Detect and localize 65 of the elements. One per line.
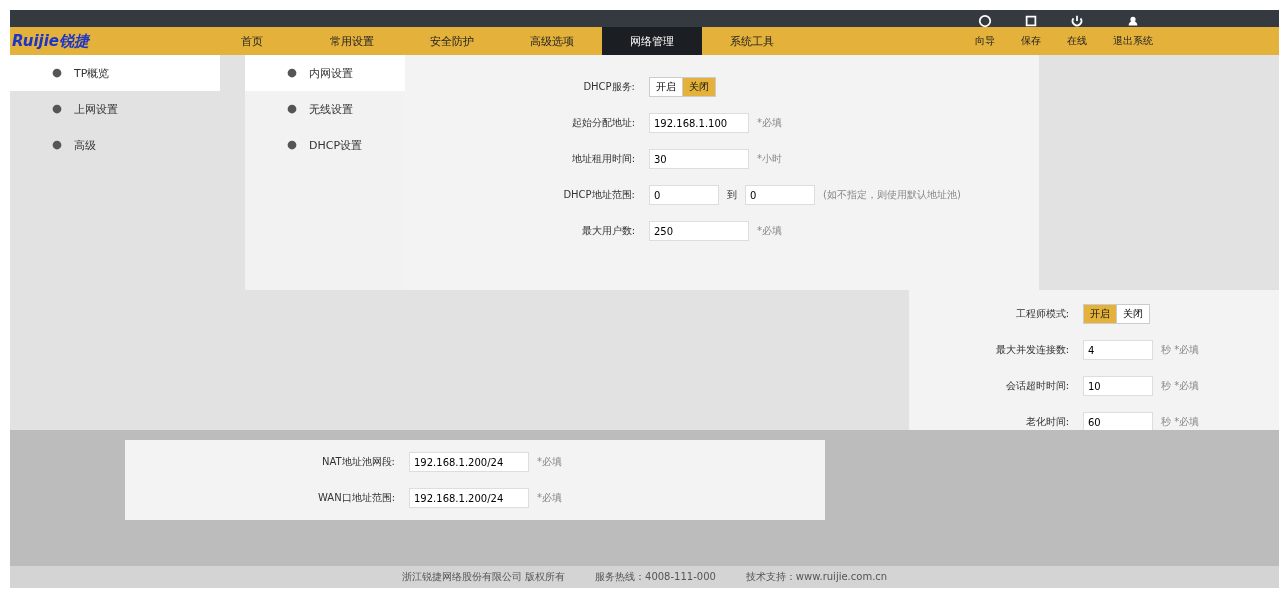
toolbar-button[interactable]: 向导	[969, 13, 1001, 49]
hint-text: 秒 *必填	[1161, 415, 1200, 429]
range-separator: 到	[727, 188, 737, 202]
toolbar-button[interactable]: 退出系统	[1107, 13, 1159, 49]
input-field[interactable]: 30	[649, 149, 749, 169]
input-field[interactable]: 4	[1083, 340, 1153, 360]
field-label: DHCP服务:	[582, 80, 635, 94]
menu-item[interactable]: 高级	[10, 127, 220, 163]
field-label: 工程师模式:	[1014, 307, 1069, 321]
hint-text: *必填	[537, 455, 562, 469]
hint-text: *必填	[537, 491, 562, 505]
dot-icon	[285, 138, 299, 152]
field-label: 起始分配地址:	[570, 116, 635, 130]
dot-icon	[285, 66, 299, 80]
footer-text: 服务热线：4008-111-000	[595, 570, 716, 584]
dot-icon	[50, 66, 64, 80]
input-field[interactable]: 10	[1083, 376, 1153, 396]
square-icon	[1024, 14, 1038, 28]
field-label: 老化时间:	[1024, 415, 1069, 429]
hint-text: 秒 *必填	[1161, 379, 1200, 393]
nav-tab[interactable]: 系统工具	[702, 27, 802, 55]
field-label: 会话超时时间:	[1004, 379, 1069, 393]
toolbar-button[interactable]: 在线	[1061, 13, 1093, 49]
field-label: 最大并发连接数:	[994, 343, 1069, 357]
hint-text: *必填	[757, 116, 782, 130]
nav-tab[interactable]: 网络管理	[602, 27, 702, 55]
field-label: 地址租用时间:	[570, 152, 635, 166]
toolbar-button[interactable]: 保存	[1015, 13, 1047, 49]
menu-item[interactable]: 无线设置	[245, 91, 405, 127]
hint-text: *小时	[757, 152, 782, 166]
toggle-option[interactable]: 关闭	[1116, 304, 1150, 324]
dot-icon	[50, 138, 64, 152]
field-label: 最大用户数:	[580, 224, 635, 238]
hint-text: 秒 *必填	[1161, 343, 1200, 357]
circle-icon	[978, 14, 992, 28]
input-field[interactable]: 192.168.1.200/24	[409, 452, 529, 472]
toggle-option[interactable]: 开启	[1083, 304, 1117, 324]
input-field[interactable]: 0	[649, 185, 719, 205]
menu-item[interactable]: 上网设置	[10, 91, 220, 127]
field-label: NAT地址池网段:	[320, 455, 395, 469]
input-field[interactable]: 192.168.1.200/24	[409, 488, 529, 508]
nav-tab[interactable]: 首页	[202, 27, 302, 55]
dot-icon	[50, 102, 64, 116]
toggle-option[interactable]: 开启	[649, 77, 683, 97]
nav-tab[interactable]: 安全防护	[402, 27, 502, 55]
dot-icon	[285, 102, 299, 116]
nav-tab[interactable]: 高级选项	[502, 27, 602, 55]
logo-text: Ruijie锐捷	[11, 31, 92, 51]
menu-item[interactable]: TP概览	[10, 55, 220, 91]
field-label: WAN口地址范围:	[316, 491, 395, 505]
menu-item[interactable]: 内网设置	[245, 55, 405, 91]
input-field[interactable]: 250	[649, 221, 749, 241]
field-label: DHCP地址范围:	[562, 188, 635, 202]
footer-text: 浙江锐捷网络股份有限公司 版权所有	[401, 570, 565, 584]
user-icon	[1126, 14, 1140, 28]
menu-item[interactable]: DHCP设置	[245, 127, 405, 163]
footer-text: 技术支持：www.ruijie.com.cn	[745, 570, 888, 584]
input-field[interactable]: 0	[745, 185, 815, 205]
input-field[interactable]: 192.168.1.100	[649, 113, 749, 133]
nav-tab[interactable]: 常用设置	[302, 27, 402, 55]
toggle-option[interactable]: 关闭	[682, 77, 716, 97]
hint-text: *必填	[757, 224, 782, 238]
hint-text: (如不指定，则使用默认地址池)	[823, 188, 961, 202]
input-field[interactable]: 60	[1083, 412, 1153, 432]
power-icon	[1070, 14, 1084, 28]
